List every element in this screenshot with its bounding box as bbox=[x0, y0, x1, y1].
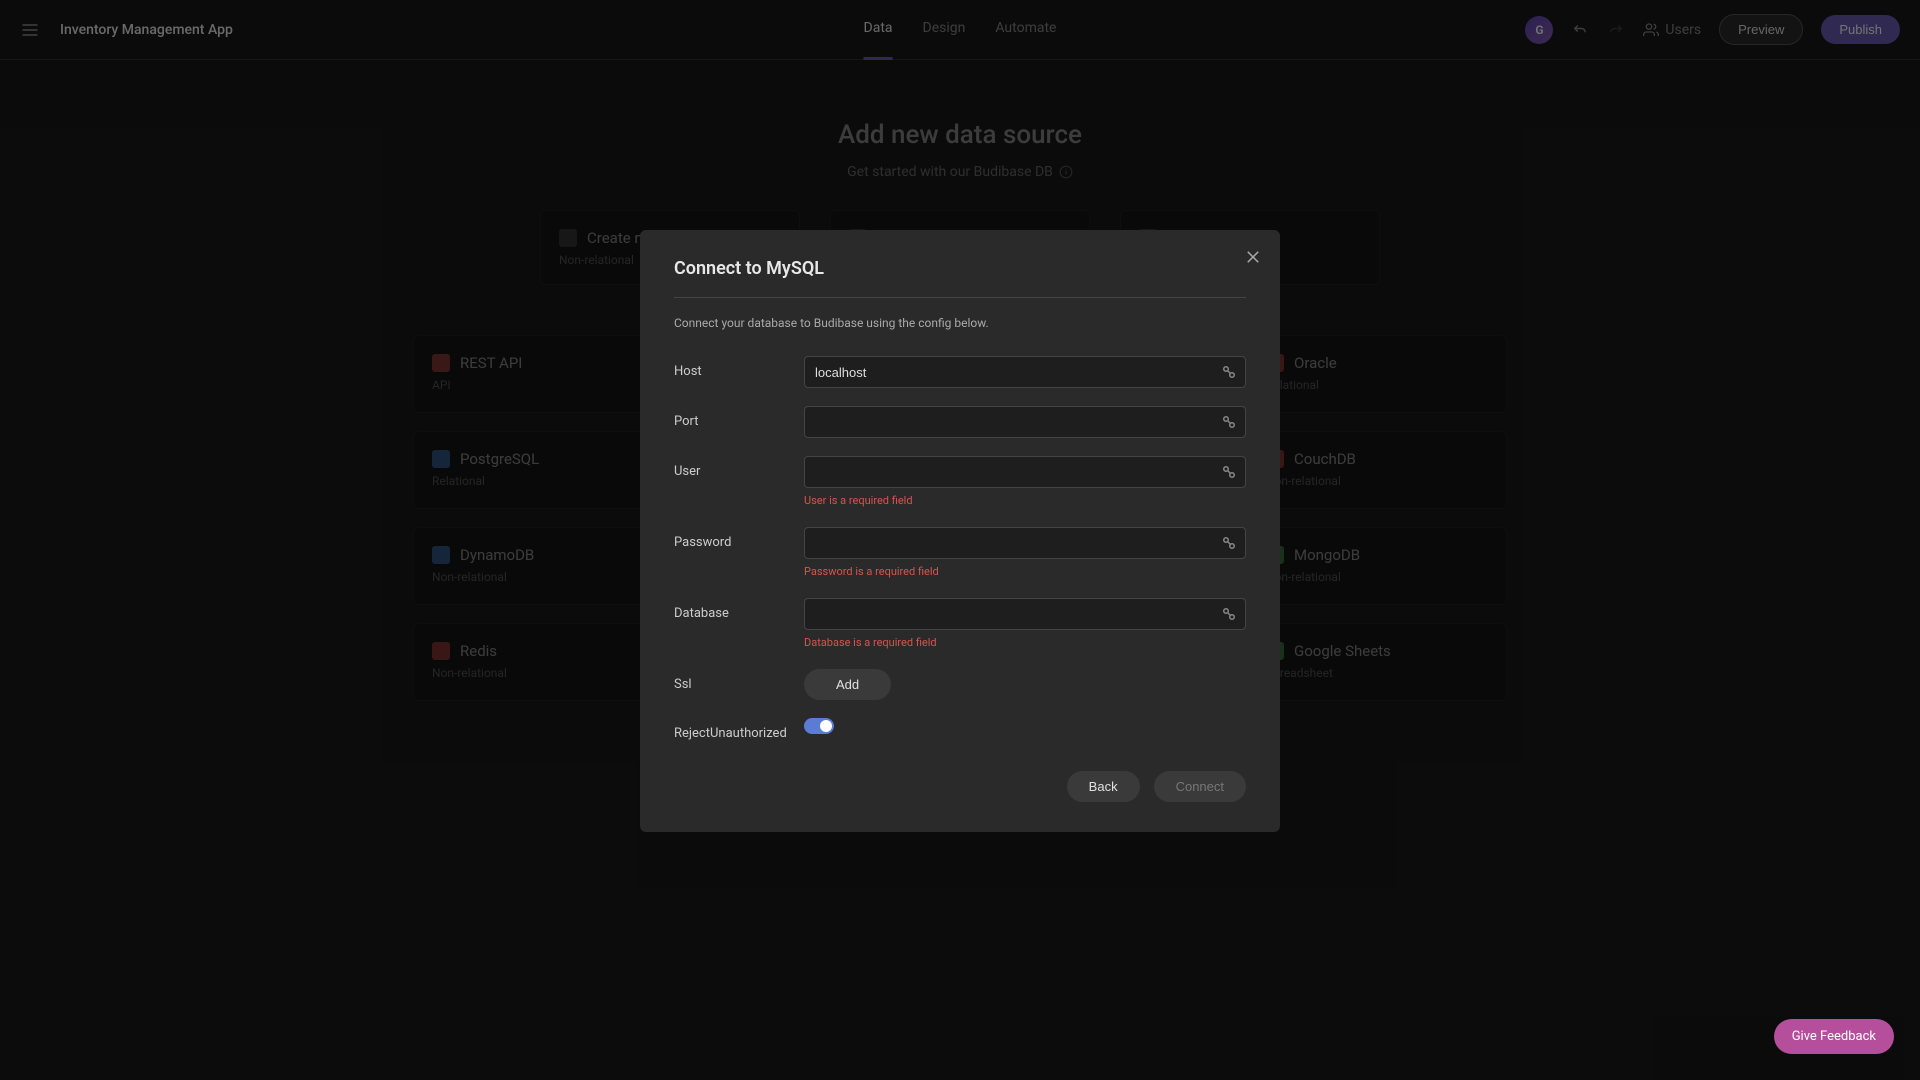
bindings-icon[interactable] bbox=[1220, 463, 1238, 481]
connect-button[interactable]: Connect bbox=[1154, 771, 1246, 802]
field-row-port: Port bbox=[674, 406, 1246, 438]
password-label: Password bbox=[674, 527, 804, 550]
ssl-add-button[interactable]: Add bbox=[804, 669, 891, 700]
password-error: Password is a required field bbox=[804, 565, 1246, 578]
back-button[interactable]: Back bbox=[1067, 771, 1140, 802]
port-input[interactable] bbox=[804, 406, 1246, 438]
user-label: User bbox=[674, 456, 804, 479]
host-label: Host bbox=[674, 356, 804, 379]
bindings-icon[interactable] bbox=[1220, 413, 1238, 431]
port-label: Port bbox=[674, 406, 804, 429]
connect-mysql-modal: Connect to MySQL Connect your database t… bbox=[640, 230, 1280, 832]
field-row-host: Host bbox=[674, 356, 1246, 388]
ssl-label: Ssl bbox=[674, 669, 804, 692]
field-row-user: User User is a required field bbox=[674, 456, 1246, 507]
reject-label: RejectUnauthorized bbox=[674, 718, 804, 741]
modal-subtitle: Connect your database to Budibase using … bbox=[674, 316, 1246, 330]
field-row-reject: RejectUnauthorized bbox=[674, 718, 1246, 741]
modal-title: Connect to MySQL bbox=[674, 258, 1246, 279]
bindings-icon[interactable] bbox=[1220, 363, 1238, 381]
modal-actions: Back Connect bbox=[674, 771, 1246, 802]
close-icon[interactable] bbox=[1244, 248, 1262, 266]
database-input[interactable] bbox=[804, 598, 1246, 630]
give-feedback-button[interactable]: Give Feedback bbox=[1774, 1019, 1894, 1054]
database-label: Database bbox=[674, 598, 804, 621]
modal-divider bbox=[674, 297, 1246, 298]
bindings-icon[interactable] bbox=[1220, 534, 1238, 552]
field-row-password: Password Password is a required field bbox=[674, 527, 1246, 578]
modal-overlay: Connect to MySQL Connect your database t… bbox=[0, 0, 1920, 1080]
bindings-icon[interactable] bbox=[1220, 605, 1238, 623]
reject-toggle[interactable] bbox=[804, 718, 834, 734]
password-input[interactable] bbox=[804, 527, 1246, 559]
host-input[interactable] bbox=[804, 356, 1246, 388]
field-row-database: Database Database is a required field bbox=[674, 598, 1246, 649]
user-input[interactable] bbox=[804, 456, 1246, 488]
user-error: User is a required field bbox=[804, 494, 1246, 507]
database-error: Database is a required field bbox=[804, 636, 1246, 649]
field-row-ssl: Ssl Add bbox=[674, 669, 1246, 700]
